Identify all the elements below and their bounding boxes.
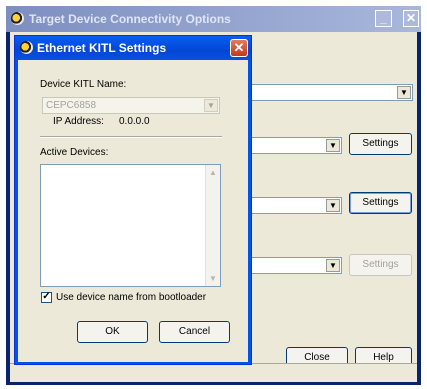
- ethernet-kitl-settings-dialog: Ethernet KITL Settings ✕ Device KITL Nam…: [14, 35, 252, 365]
- window-title: Target Device Connectivity Options: [29, 12, 231, 26]
- ip-address-value: 0.0.0.0: [119, 116, 150, 127]
- minimize-icon[interactable]: _: [375, 10, 392, 27]
- app-icon: [11, 12, 24, 25]
- scroll-up-icon[interactable]: ▲: [206, 165, 220, 180]
- dialog-title: Ethernet KITL Settings: [37, 41, 167, 55]
- chevron-down-icon: ▼: [326, 199, 340, 212]
- chevron-down-icon: ▼: [397, 86, 411, 99]
- status-bar: [10, 363, 417, 382]
- download-dropdown[interactable]: ▼: [242, 84, 413, 101]
- device-kitl-name-label: Device KITL Name:: [40, 79, 127, 90]
- settings-button-1[interactable]: Settings: [349, 133, 412, 155]
- settings-button-2[interactable]: Settings: [349, 192, 412, 214]
- separator: [40, 136, 222, 138]
- dialog-title-bar[interactable]: Ethernet KITL Settings ✕: [15, 36, 251, 60]
- cancel-button[interactable]: Cancel: [159, 321, 230, 343]
- service-dropdown[interactable]: ▼: [242, 257, 342, 274]
- title-bar[interactable]: Target Device Connectivity Options _ ✕: [6, 6, 421, 32]
- ip-address-label: IP Address:: [53, 116, 104, 127]
- device-kitl-name-value: CEPC6858: [46, 100, 97, 111]
- ok-button[interactable]: OK: [77, 321, 148, 343]
- chevron-down-icon: ▼: [326, 259, 340, 272]
- dialog-client-area: Device KITL Name: CEPC6858 ▼ IP Address:…: [18, 60, 248, 362]
- use-bootloader-checkbox[interactable]: ✓: [41, 292, 52, 303]
- device-kitl-name-combo[interactable]: CEPC6858 ▼: [42, 97, 220, 114]
- close-icon[interactable]: ✕: [230, 39, 248, 57]
- active-devices-label: Active Devices:: [40, 147, 109, 158]
- debugger-dropdown[interactable]: ▼: [242, 197, 342, 214]
- chevron-down-icon: ▼: [326, 139, 340, 152]
- app-icon: [20, 41, 33, 54]
- active-devices-list[interactable]: ▲ ▼: [40, 164, 221, 287]
- close-icon[interactable]: ✕: [403, 10, 419, 27]
- use-bootloader-label: Use device name from bootloader: [56, 292, 207, 303]
- settings-button-3[interactable]: Settings: [349, 254, 412, 276]
- scroll-down-icon[interactable]: ▼: [206, 271, 220, 286]
- transport-dropdown[interactable]: ▼: [242, 137, 342, 154]
- list-scrollbar[interactable]: ▲ ▼: [205, 165, 220, 286]
- chevron-down-icon: ▼: [204, 99, 218, 112]
